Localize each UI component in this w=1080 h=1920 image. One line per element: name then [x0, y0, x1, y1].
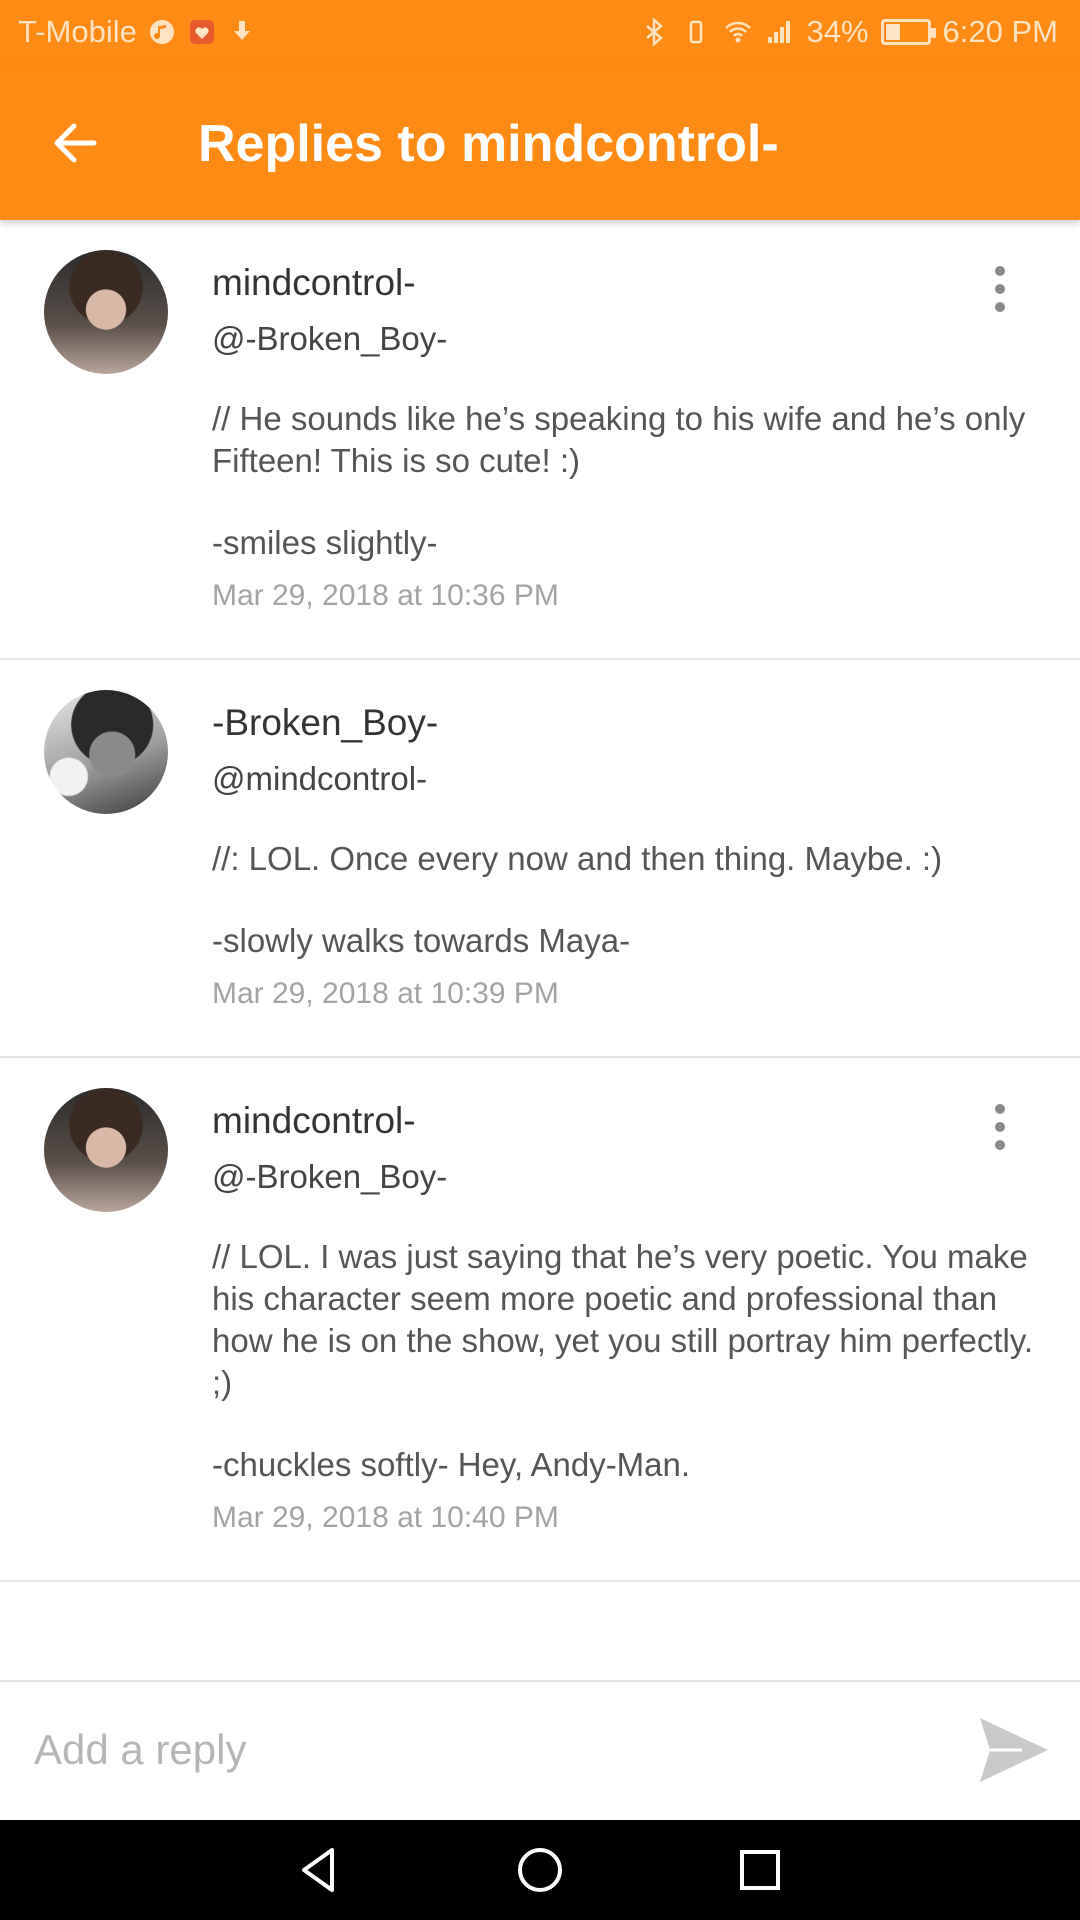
more-vert-icon[interactable]: [988, 264, 1012, 314]
reply-timestamp: Mar 29, 2018 at 10:40 PM: [212, 1501, 559, 1534]
back-triangle-icon[interactable]: [292, 1842, 348, 1898]
download-icon: [233, 21, 250, 40]
reply-list: mindcontrol- @-Broken_Boy- // He sounds …: [0, 220, 1080, 1582]
reply-mention[interactable]: @mindcontrol-: [212, 758, 1040, 800]
bluetooth-icon: [645, 17, 663, 47]
system-nav-bar: [0, 1820, 1080, 1920]
app-bar: Replies to mindcontrol-: [0, 66, 1080, 220]
battery-icon: [880, 19, 936, 45]
signal-icon: [767, 21, 790, 43]
arrow-left-icon[interactable]: [40, 108, 110, 178]
more-vert-icon[interactable]: [988, 1102, 1012, 1152]
reply-action: -smiles slightly-: [212, 524, 438, 561]
reply-author[interactable]: -Broken_Boy-: [212, 660, 1040, 746]
heart-app-icon: [189, 20, 214, 44]
reply-mention[interactable]: @-Broken_Boy-: [212, 1156, 1040, 1198]
vibrate-icon: [689, 20, 702, 44]
reply-input[interactable]: [32, 1710, 932, 1790]
recents-square-icon[interactable]: [732, 1842, 788, 1898]
reply-composer: [0, 1680, 1080, 1820]
clock: 6:20 PM: [942, 14, 1058, 49]
page-title: Replies to mindcontrol-: [198, 115, 779, 173]
reply-item: mindcontrol- @-Broken_Boy- // He sounds …: [0, 220, 1080, 660]
status-bar: T-Mobile 34% 6:20 PM: [0, 0, 1080, 66]
reply-text: //: LOL. Once every now and then thing. …: [212, 840, 943, 877]
send-icon[interactable]: [976, 1712, 1052, 1788]
battery-fill: [885, 24, 900, 40]
battery-percent: 34%: [806, 14, 869, 49]
reply-author[interactable]: mindcontrol-: [212, 1058, 1040, 1144]
reply-item: mindcontrol- @-Broken_Boy- // LOL. I was…: [0, 1058, 1080, 1582]
avatar[interactable]: [44, 1088, 168, 1212]
avatar[interactable]: [44, 690, 168, 814]
carrier-label: T-Mobile: [18, 14, 137, 49]
wifi-icon: [724, 21, 751, 43]
reply-text: // He sounds like he’s speaking to his w…: [212, 400, 1026, 479]
reply-action: -slowly walks towards Maya-: [212, 922, 631, 959]
reply-timestamp: Mar 29, 2018 at 10:36 PM: [212, 579, 559, 612]
reply-timestamp: Mar 29, 2018 at 10:39 PM: [212, 977, 559, 1010]
avatar[interactable]: [44, 250, 168, 374]
music-icon: [149, 20, 174, 44]
reply-action: -chuckles softly- Hey, Andy-Man.: [212, 1446, 691, 1483]
reply-text: // LOL. I was just saying that he’s very…: [212, 1238, 1034, 1401]
reply-author[interactable]: mindcontrol-: [212, 220, 1040, 306]
reply-item: -Broken_Boy- @mindcontrol- //: LOL. Once…: [0, 660, 1080, 1058]
home-circle-icon[interactable]: [512, 1842, 568, 1898]
reply-mention[interactable]: @-Broken_Boy-: [212, 318, 1040, 360]
